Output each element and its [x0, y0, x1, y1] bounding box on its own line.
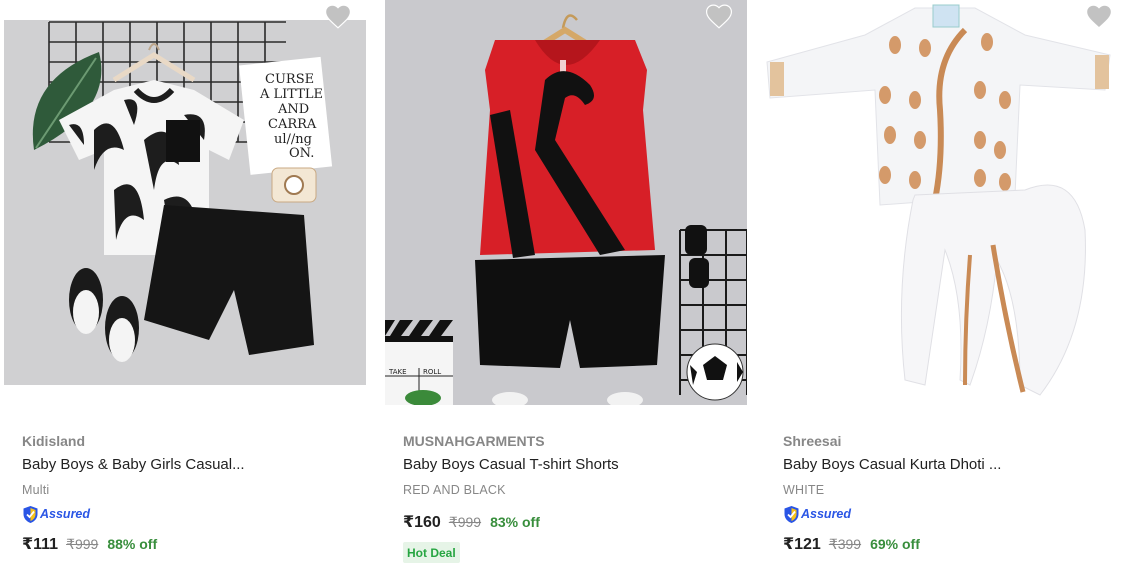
product-card[interactable]: TAKE ROLL MUSNAHGARMENTS Baby Boys Casua… — [385, 0, 747, 563]
image-caption-line: A LITTLE — [259, 87, 323, 102]
product-card[interactable]: CURSE A LITTLE AND CARRA ul//ng ON. Kidi… — [4, 0, 366, 558]
assured-badge: Assured — [22, 504, 362, 524]
original-price: ₹399 — [828, 536, 862, 552]
selling-price: ₹111 — [22, 536, 59, 553]
assured-label: Assured — [801, 507, 852, 521]
product-info: MUSNAHGARMENTS Baby Boys Casual T-shirt … — [403, 431, 743, 563]
discount-label: 69% off — [870, 536, 920, 552]
hot-deal-badge: Hot Deal — [403, 542, 460, 563]
image-caption-line: ul//ng — [274, 132, 312, 147]
heart-icon[interactable] — [323, 3, 353, 29]
image-caption-line: ON. — [289, 146, 314, 161]
product-image[interactable]: TAKE ROLL — [385, 0, 747, 405]
assured-shield-icon — [23, 505, 38, 523]
product-brand: MUSNAHGARMENTS — [403, 433, 545, 449]
image-caption-line: CARRA — [268, 117, 317, 132]
product-title[interactable]: Baby Boys & Baby Girls Casual... — [22, 453, 362, 477]
product-color: RED AND BLACK — [403, 483, 506, 497]
image-caption-line: CURSE — [265, 72, 314, 87]
heart-icon[interactable] — [1084, 3, 1114, 29]
selling-price: ₹160 — [403, 514, 441, 531]
heart-icon[interactable] — [704, 3, 734, 29]
product-color: WHITE — [783, 483, 825, 497]
product-brand: Shreesai — [783, 433, 842, 449]
product-brand: Kidisland — [22, 433, 86, 449]
selling-price: ₹121 — [783, 536, 821, 553]
product-image[interactable] — [765, 0, 1127, 405]
product-info: Kidisland Baby Boys & Baby Girls Casual.… — [22, 431, 362, 556]
discount-label: 83% off — [490, 514, 540, 530]
product-color: Multi — [22, 483, 50, 497]
discount-label: 88% off — [107, 536, 158, 552]
product-card[interactable]: Shreesai Baby Boys Casual Kurta Dhoti ..… — [765, 0, 1127, 558]
image-caption-line: TAKE — [388, 368, 407, 376]
product-info: Shreesai Baby Boys Casual Kurta Dhoti ..… — [783, 431, 1123, 556]
assured-badge: Assured — [783, 504, 1123, 524]
product-title[interactable]: Baby Boys Casual Kurta Dhoti ... — [783, 453, 1123, 477]
assured-shield-icon — [784, 505, 799, 523]
product-image[interactable]: CURSE A LITTLE AND CARRA ul//ng ON. — [4, 0, 366, 405]
price-row: ₹160 ₹999 83% off — [403, 510, 743, 534]
original-price: ₹999 — [448, 514, 482, 530]
image-caption-line: AND — [277, 102, 309, 117]
assured-label: Assured — [40, 507, 91, 521]
product-title[interactable]: Baby Boys Casual T-shirt Shorts — [403, 453, 743, 477]
price-row: ₹121 ₹399 69% off — [783, 532, 1123, 556]
price-row: ₹111 ₹999 88% off — [22, 532, 362, 556]
original-price: ₹999 — [66, 536, 99, 552]
image-caption-line: ROLL — [423, 368, 441, 376]
